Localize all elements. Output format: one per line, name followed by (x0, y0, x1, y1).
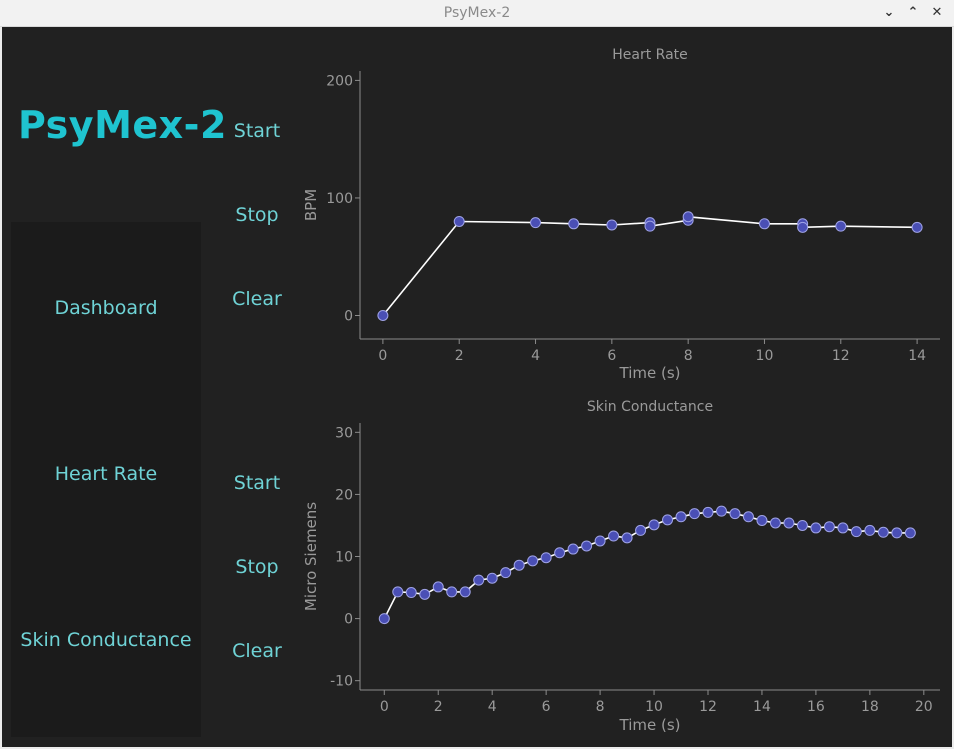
hr-x-tick-label: 14 (908, 348, 926, 364)
hr-chart-title: Heart Rate (612, 47, 688, 63)
sc-data-point (850, 526, 862, 538)
hr-y-tick-label: 100 (326, 191, 353, 207)
sc-data-point (904, 527, 916, 539)
sc-y-tick-label: 10 (335, 550, 353, 566)
hr-data-point (568, 218, 580, 230)
hr-x-tick-label: 8 (684, 348, 693, 364)
sc-data-point (500, 567, 512, 579)
sc-x-tick-label: 2 (434, 699, 443, 715)
hr-x-tick-label: 10 (756, 348, 774, 364)
hr-data-point (797, 221, 809, 233)
window-titlebar: PsyMex-2 ⌄ ⌃ ✕ (0, 0, 954, 27)
sc-data-point (513, 559, 525, 571)
sc-x-tick-label: 6 (542, 699, 551, 715)
sc-data-point (608, 530, 620, 542)
sc-data-point (837, 522, 849, 534)
hr-x-tick-label: 2 (455, 348, 464, 364)
sc-data-point (702, 506, 714, 518)
heart-rate-chart: Heart Rate0 2 4 6 8 10 12 140100200Time (s)BPMS… (302, 47, 940, 734)
sc-y-axis-label: Micro Siemens (302, 502, 320, 611)
sc-y-tick-label: 20 (335, 487, 353, 503)
sc-x-tick-label: 0 (380, 699, 389, 715)
sc-data-point (473, 574, 485, 586)
minimize-icon[interactable]: ⌄ (880, 4, 898, 22)
hr-data-point (835, 220, 847, 232)
sc-data-point (459, 586, 471, 598)
sc-data-point (648, 519, 660, 531)
sc-data-point (432, 581, 444, 593)
hr-data-point (644, 220, 656, 232)
sc-data-point (715, 505, 727, 517)
hr-y-axis-label: BPM (302, 189, 320, 221)
sc-data-point (540, 552, 552, 564)
sc-data-point (635, 524, 647, 536)
sc-data-point (689, 508, 701, 520)
sc-x-axis-label: Time (s) (619, 716, 681, 734)
hr-data-point (758, 218, 770, 230)
hr-y-tick-label: 200 (326, 73, 353, 89)
sc-data-point (769, 517, 781, 529)
sc-data-point (662, 514, 674, 526)
sc-data-point (675, 511, 687, 523)
sc-data-point (581, 540, 593, 552)
sc-y-tick-label: 30 (335, 425, 353, 441)
sc-x-tick-label: 10 (645, 699, 663, 715)
sc-data-point (405, 587, 417, 599)
sc-data-point (554, 547, 566, 559)
sc-data-point (567, 543, 579, 555)
sc-data-point (742, 511, 754, 523)
sc-data-point (594, 535, 606, 547)
hr-data-point (530, 217, 542, 229)
sc-y-tick-label: -10 (330, 674, 353, 690)
sc-x-tick-label: 16 (807, 699, 825, 715)
sc-data-point (823, 521, 835, 533)
hr-data-point (606, 219, 618, 231)
hr-x-tick-label: 12 (832, 348, 850, 364)
close-icon[interactable]: ✕ (928, 4, 946, 22)
hr-data-point (682, 211, 694, 223)
sc-data-point (864, 524, 876, 536)
hr-data-point (911, 221, 923, 233)
sc-data-point (446, 586, 458, 598)
sc-chart-title: Skin Conductance (587, 399, 713, 415)
sc-x-tick-label: 12 (699, 699, 717, 715)
sc-y-tick-label: 0 (344, 612, 353, 628)
hr-x-tick-label: 4 (531, 348, 540, 364)
hr-y-tick-label: 0 (344, 308, 353, 324)
hr-x-tick-label: 6 (607, 348, 616, 364)
window-title: PsyMex-2 (443, 5, 511, 21)
sc-x-tick-label: 14 (753, 699, 771, 715)
sc-data-point (392, 586, 404, 598)
sc-x-tick-label: 18 (861, 699, 879, 715)
sc-data-point (486, 572, 498, 584)
sc-data-point (419, 588, 431, 600)
sc-data-point (729, 508, 741, 520)
sc-x-tick-label: 8 (596, 699, 605, 715)
sc-data-point (783, 517, 795, 529)
sc-x-tick-label: 20 (915, 699, 933, 715)
sc-data-point (796, 519, 808, 531)
sc-data-point (621, 532, 633, 544)
hr-x-axis-label: Time (s) (619, 364, 681, 382)
app-window: PsyMex-2 Dashboard Heart Rate Skin Condu… (2, 27, 952, 747)
sc-data-point (810, 522, 822, 534)
hr-data-point (453, 215, 465, 227)
sc-data-point (756, 514, 768, 526)
sc-data-point (877, 526, 889, 538)
hr-x-tick-label: 0 (378, 348, 387, 364)
sc-data-point (378, 613, 390, 625)
maximize-icon[interactable]: ⌃ (904, 4, 922, 22)
sc-x-tick-label: 4 (488, 699, 497, 715)
sc-data-point (527, 555, 539, 567)
sc-data-point (891, 527, 903, 539)
hr-data-point (377, 309, 389, 321)
